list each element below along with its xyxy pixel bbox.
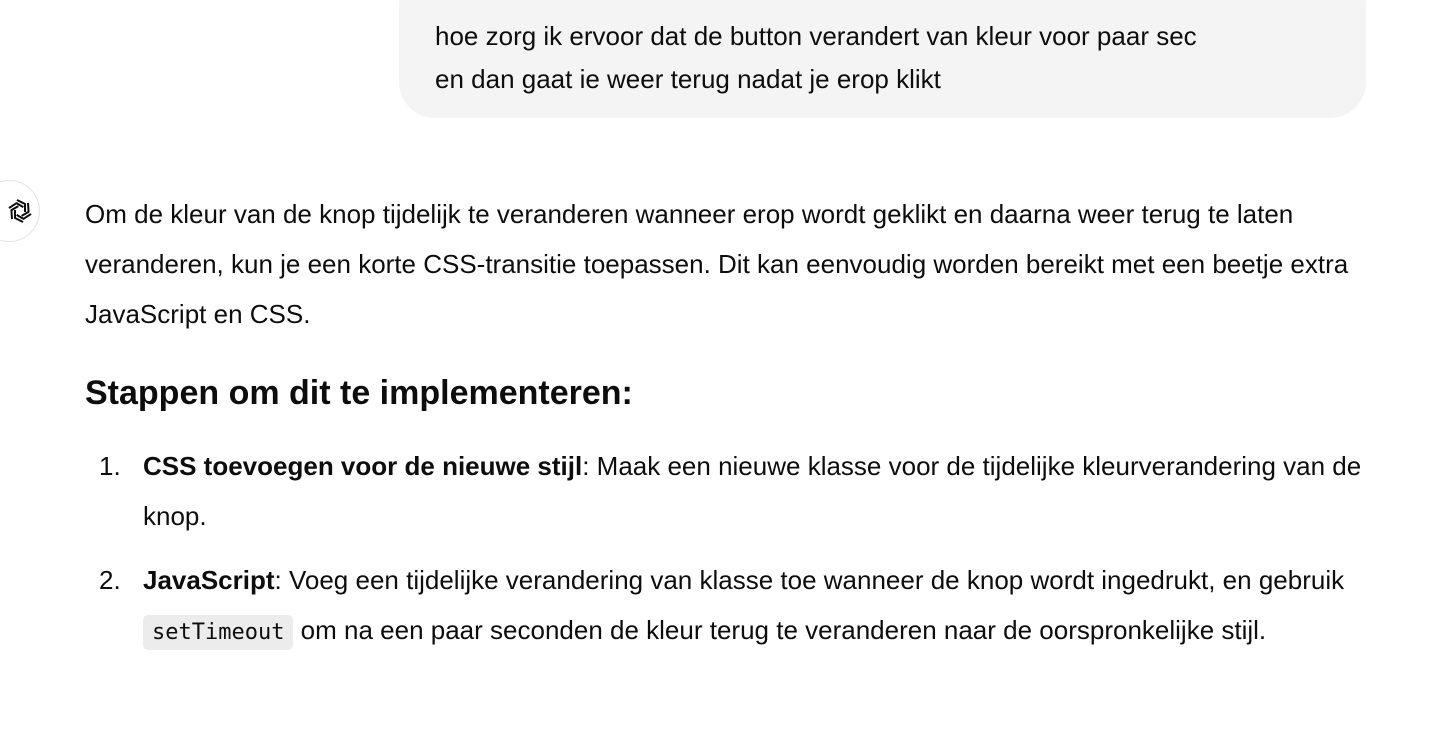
openai-logo-icon bbox=[8, 199, 32, 223]
steps-list: 1. CSS toevoegen voor de nieuwe stijl: M… bbox=[85, 441, 1375, 672]
step-number: 1. bbox=[99, 451, 121, 481]
step-title: JavaScript bbox=[143, 565, 275, 595]
chat-page: hoe zorg ik ervoor dat de button verande… bbox=[0, 0, 1431, 742]
inline-code: setTimeout bbox=[143, 615, 294, 650]
assistant-message: Om de kleur van de knop tijdelijk te ver… bbox=[85, 189, 1375, 650]
step-title: CSS toevoegen voor de nieuwe stijl bbox=[143, 451, 583, 481]
step-text: om na een paar seconden de kleur terug t… bbox=[293, 615, 1267, 645]
assistant-avatar bbox=[0, 180, 40, 242]
list-item: 2. JavaScript: Voeg een tijdelijke veran… bbox=[85, 555, 1375, 658]
step-text: : Voeg een tijdelijke verandering van kl… bbox=[274, 565, 1345, 595]
user-message-text: hoe zorg ik ervoor dat de button verande… bbox=[435, 21, 1197, 94]
assistant-intro-paragraph: Om de kleur van de knop tijdelijk te ver… bbox=[85, 199, 1349, 329]
step-number: 2. bbox=[99, 565, 121, 595]
steps-heading: Stappen om dit te implementeren: bbox=[85, 374, 633, 412]
list-item: 1. CSS toevoegen voor de nieuwe stijl: M… bbox=[85, 441, 1375, 541]
